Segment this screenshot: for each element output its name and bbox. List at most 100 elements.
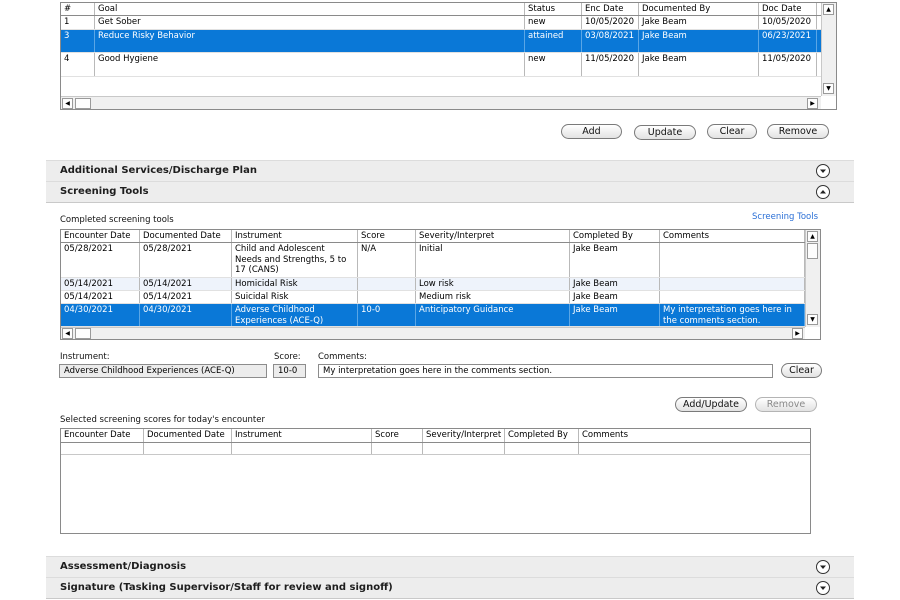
section-title: Assessment/Diagnosis [60,561,187,572]
add-update-button[interactable]: Add/Update [675,397,747,412]
scroll-down-arrow-icon[interactable]: ▼ [823,83,834,94]
screening-horizontal-scrollbar[interactable]: ◀ ▶ [61,327,805,339]
scroll-right-arrow-icon[interactable]: ▶ [807,98,818,109]
goal-row[interactable]: 1 Get Sober new 10/05/2020 Jake Beam 10/… [61,16,821,30]
screening-tools-link[interactable]: Screening Tools [752,212,818,222]
col-header-comments[interactable]: Comments [579,429,810,442]
goal-row[interactable]: 4 Good Hygiene new 11/05/2020 Jake Beam … [61,53,821,77]
col-header-instrument[interactable]: Instrument [232,230,358,242]
scroll-thumb[interactable] [807,243,818,259]
scroll-up-arrow-icon[interactable]: ▲ [807,231,818,242]
col-header-documented-by[interactable]: Documented By [639,3,759,15]
goal-status: new [525,53,582,76]
col-header-comments[interactable]: Comments [660,230,805,242]
section-title: Additional Services/Discharge Plan [60,165,257,176]
instrument: Child and Adolescent Needs and Strengths… [232,243,358,277]
severity: Initial [416,243,570,277]
scroll-right-arrow-icon[interactable]: ▶ [792,328,803,339]
instrument: Suicidal Risk [232,291,358,303]
goals-vertical-scrollbar[interactable]: ▲ ▼ [821,3,836,96]
clear-screening-button[interactable]: Clear [781,363,822,378]
encounter-date: 04/30/2021 [61,304,140,326]
col-header-doc-date[interactable]: Doc Date [759,3,817,15]
col-header-enc-date[interactable]: Enc Date [582,3,639,15]
col-header-severity[interactable]: Severity/Interpret [423,429,505,442]
completed-by: Jake Beam [570,291,660,303]
goal-row[interactable]: 3 Reduce Risky Behavior attained 03/08/2… [61,30,821,53]
chevron-down-icon[interactable] [816,560,830,574]
clear-goal-button[interactable]: Clear [707,124,757,139]
encounter-date: 05/28/2021 [61,243,140,277]
scroll-thumb[interactable] [75,328,91,339]
documented-date: 05/14/2021 [140,291,232,303]
add-goal-button[interactable]: Add [561,124,622,139]
comments-field[interactable]: My interpretation goes here in the comme… [318,364,773,378]
empty-cell [61,443,144,454]
chevron-up-icon[interactable] [816,185,830,199]
goal-documented-by: Jake Beam [639,16,759,29]
screening-row[interactable]: 04/30/2021 04/30/2021 Adverse Childhood … [61,304,805,327]
completed-screening-tools-label: Completed screening tools [60,215,174,225]
goal-documented-by: Jake Beam [639,30,759,52]
section-title: Screening Tools [60,186,149,197]
selected-table-header: Encounter Date Documented Date Instrumen… [61,429,810,443]
empty-cell [423,443,505,454]
goal-documented-by: Jake Beam [639,53,759,76]
severity: Anticipatory Guidance [416,304,570,326]
screening-vertical-scrollbar[interactable]: ▲ ▼ [805,230,820,327]
goal-doc-date: 11/05/2020 [759,53,817,76]
score-field[interactable]: 10-0 [273,364,306,378]
section-title: Signature (Tasking Supervisor/Staff for … [60,582,393,593]
screening-row[interactable]: 05/14/2021 05/14/2021 Homicidal Risk Low… [61,278,805,291]
update-goal-button[interactable]: Update [634,125,696,140]
col-header-instrument[interactable]: Instrument [232,429,372,442]
chevron-down-icon[interactable] [816,164,830,178]
empty-cell [232,443,372,454]
col-header-status[interactable]: Status [525,3,582,15]
selected-screening-table: Encounter Date Documented Date Instrumen… [60,428,811,534]
completed-by: Jake Beam [570,243,660,277]
goal-status: new [525,16,582,29]
comments [660,278,805,290]
screening-row[interactable]: 05/28/2021 05/28/2021 Child and Adolesce… [61,243,805,278]
goal-num: 4 [61,53,95,76]
scroll-left-arrow-icon[interactable]: ◀ [62,98,73,109]
section-assessment-diagnosis[interactable]: Assessment/Diagnosis [46,556,854,578]
documented-date: 05/14/2021 [140,278,232,290]
goal-num: 1 [61,16,95,29]
col-header-encounter-date[interactable]: Encounter Date [61,230,140,242]
col-header-completed-by[interactable]: Completed By [505,429,579,442]
section-additional-services[interactable]: Additional Services/Discharge Plan [46,160,854,182]
scroll-down-arrow-icon[interactable]: ▼ [807,314,818,325]
instrument-field[interactable]: Adverse Childhood Experiences (ACE-Q) [59,364,267,378]
section-signature[interactable]: Signature (Tasking Supervisor/Staff for … [46,577,854,599]
goal-status: attained [525,30,582,52]
col-header-score[interactable]: Score [372,429,423,442]
col-header-severity[interactable]: Severity/Interpret [416,230,570,242]
goals-horizontal-scrollbar[interactable]: ◀ ▶ [61,96,821,109]
goal-name: Good Hygiene [95,53,525,76]
screening-row[interactable]: 05/14/2021 05/14/2021 Suicidal Risk Medi… [61,291,805,304]
scroll-left-arrow-icon[interactable]: ◀ [62,328,73,339]
score-label: Score: [274,352,301,362]
col-header-encounter-date[interactable]: Encounter Date [61,429,144,442]
goal-doc-date: 06/23/2021 [759,30,817,52]
col-header-score[interactable]: Score [358,230,416,242]
empty-cell [505,443,579,454]
chevron-down-icon[interactable] [816,581,830,595]
remove-goal-button[interactable]: Remove [767,124,829,139]
col-header-documented-date[interactable]: Documented Date [144,429,232,442]
scroll-thumb[interactable] [75,98,91,109]
goal-doc-date: 10/05/2020 [759,16,817,29]
scroll-up-arrow-icon[interactable]: ▲ [823,4,834,15]
encounter-date: 05/14/2021 [61,278,140,290]
section-screening-tools[interactable]: Screening Tools [46,181,854,203]
remove-screening-button[interactable]: Remove [755,397,817,412]
col-header-documented-date[interactable]: Documented Date [140,230,232,242]
col-header-num[interactable]: # [61,3,95,15]
col-header-goal[interactable]: Goal [95,3,525,15]
completed-by: Jake Beam [570,278,660,290]
col-header-completed-by[interactable]: Completed By [570,230,660,242]
documented-date: 04/30/2021 [140,304,232,326]
screening-table-header: Encounter Date Documented Date Instrumen… [61,230,805,243]
